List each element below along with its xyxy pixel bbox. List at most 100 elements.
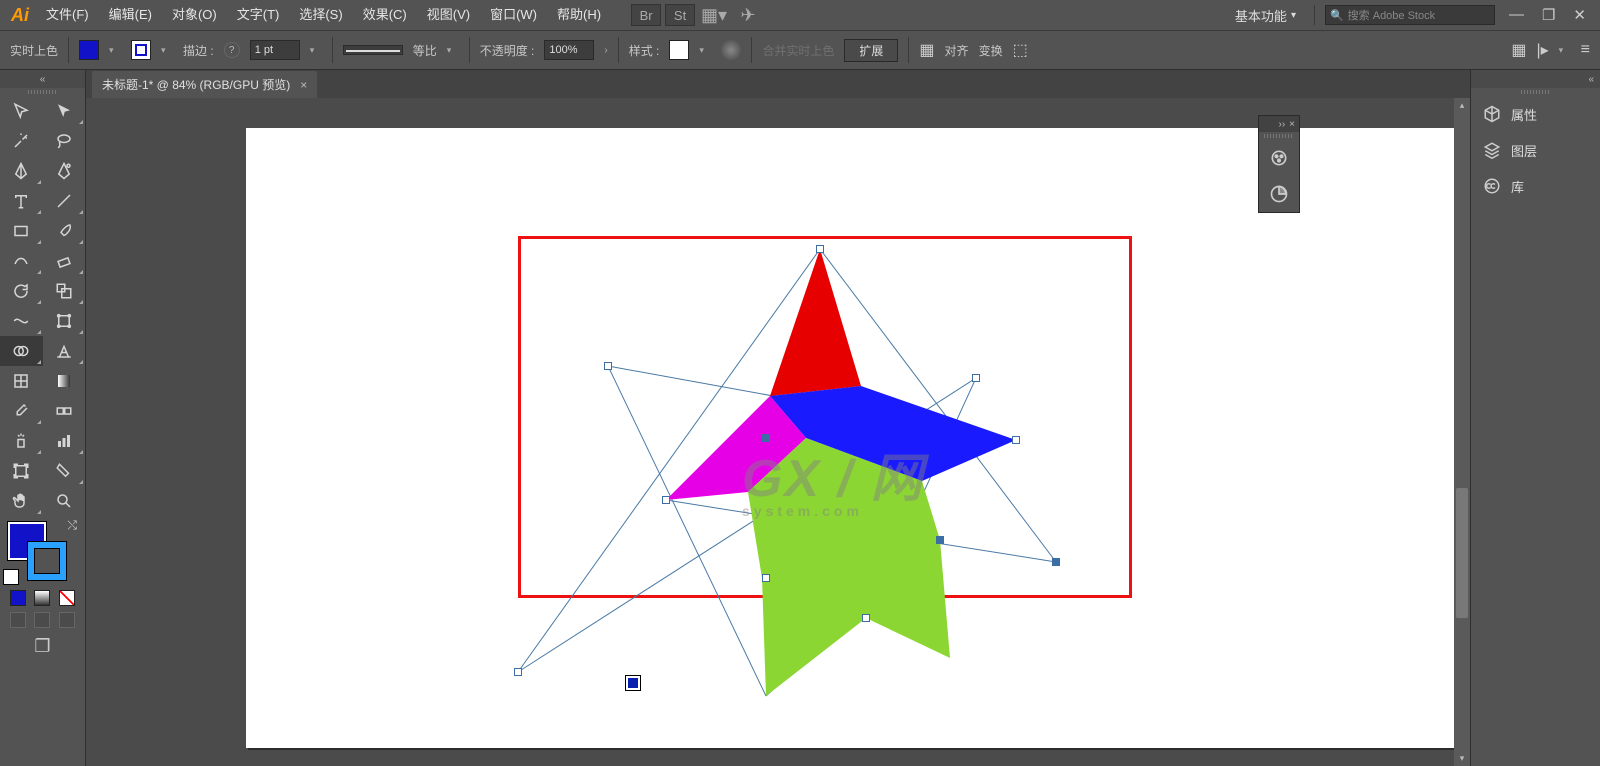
close-floating-icon[interactable]: × bbox=[1289, 119, 1295, 130]
color-panel-icon[interactable] bbox=[1259, 140, 1299, 176]
grip-icon[interactable] bbox=[1471, 88, 1600, 96]
line-tool[interactable] bbox=[43, 186, 86, 216]
blend-tool[interactable] bbox=[43, 396, 86, 426]
fill-stroke-indicator[interactable]: ⤭ bbox=[0, 516, 85, 586]
opacity-input[interactable] bbox=[544, 40, 594, 60]
magic-wand-tool[interactable] bbox=[0, 126, 43, 156]
color-guide-icon[interactable] bbox=[1259, 176, 1299, 212]
collapse-panels-button[interactable]: « bbox=[1471, 70, 1600, 88]
pen-tool[interactable] bbox=[0, 156, 43, 186]
style-swatch[interactable] bbox=[669, 40, 689, 60]
style-dropdown[interactable]: ▾ bbox=[699, 45, 711, 56]
color-mode-none[interactable] bbox=[59, 590, 75, 606]
anchor-point[interactable] bbox=[816, 245, 824, 253]
rectangle-tool[interactable] bbox=[0, 216, 43, 246]
direct-selection-tool[interactable] bbox=[43, 96, 86, 126]
maximize-button[interactable]: ❐ bbox=[1542, 6, 1555, 24]
fill-swatch[interactable] bbox=[79, 40, 99, 60]
artboard-tool[interactable] bbox=[0, 456, 43, 486]
paintbrush-tool[interactable] bbox=[43, 216, 86, 246]
gpu-icon[interactable]: ✈ bbox=[733, 4, 763, 26]
stroke-help-icon[interactable]: ? bbox=[224, 42, 240, 58]
properties-panel-tab[interactable]: 属性 bbox=[1471, 96, 1600, 132]
stock-search-input[interactable]: 🔍 搜索 Adobe Stock bbox=[1325, 5, 1495, 25]
floating-panel[interactable]: ›› × bbox=[1258, 115, 1300, 213]
minimize-button[interactable]: — bbox=[1509, 6, 1524, 24]
document-tab[interactable]: 未标题-1* @ 84% (RGB/GPU 预览) × bbox=[92, 71, 317, 98]
align-icon[interactable]: ▦ bbox=[919, 40, 934, 60]
anchor-point[interactable] bbox=[662, 496, 670, 504]
curvature-tool[interactable] bbox=[43, 156, 86, 186]
anchor-point[interactable] bbox=[514, 668, 522, 676]
fill-dropdown[interactable]: ▾ bbox=[109, 45, 121, 56]
slice-tool[interactable] bbox=[43, 456, 86, 486]
zoom-tool[interactable] bbox=[43, 486, 86, 516]
draw-inside-icon[interactable] bbox=[59, 612, 75, 628]
collapse-tools-button[interactable]: « bbox=[0, 70, 85, 88]
color-mode-solid[interactable] bbox=[10, 590, 26, 606]
workspace-switcher[interactable]: 基本功能 ▾ bbox=[1227, 6, 1304, 25]
vertical-scrollbar[interactable]: ▴ ▾ bbox=[1454, 98, 1470, 766]
color-mode-gradient[interactable] bbox=[34, 590, 50, 606]
panel-dropdown[interactable]: ▾ bbox=[1559, 45, 1571, 56]
lasso-tool[interactable] bbox=[43, 126, 86, 156]
close-tab-button[interactable]: × bbox=[300, 78, 307, 92]
scroll-up-icon[interactable]: ▴ bbox=[1454, 100, 1470, 111]
stroke-weight-input[interactable] bbox=[250, 40, 300, 60]
libraries-panel-tab[interactable]: 库 bbox=[1471, 168, 1600, 204]
gradient-tool[interactable] bbox=[43, 366, 86, 396]
grip-icon[interactable] bbox=[1259, 132, 1299, 140]
menu-type[interactable]: 文字(T) bbox=[227, 0, 290, 30]
hand-tool[interactable] bbox=[0, 486, 43, 516]
column-graph-tool[interactable] bbox=[43, 426, 86, 456]
scroll-down-icon[interactable]: ▾ bbox=[1454, 753, 1470, 764]
rotate-tool[interactable] bbox=[0, 276, 43, 306]
stroke-swatch[interactable] bbox=[131, 40, 151, 60]
eraser-tool[interactable] bbox=[43, 246, 86, 276]
shaper-tool[interactable] bbox=[0, 246, 43, 276]
perspective-grid-tool[interactable] bbox=[43, 336, 86, 366]
type-tool[interactable] bbox=[0, 186, 43, 216]
symbol-sprayer-tool[interactable] bbox=[0, 426, 43, 456]
isolate-icon[interactable]: ⬚ bbox=[1013, 40, 1028, 60]
swap-fill-stroke-icon[interactable]: ⤭ bbox=[67, 518, 77, 533]
arrange-docs-icon[interactable]: ▦▾ bbox=[699, 4, 729, 26]
free-transform-tool[interactable] bbox=[43, 306, 86, 336]
grip-icon[interactable] bbox=[0, 88, 85, 96]
expand-button[interactable]: 扩展 bbox=[844, 39, 898, 62]
star-shape[interactable] bbox=[466, 218, 1186, 738]
selection-tool[interactable] bbox=[0, 96, 43, 126]
eyedropper-tool[interactable] bbox=[0, 396, 43, 426]
menu-select[interactable]: 选择(S) bbox=[289, 0, 352, 30]
panel-menu-icon[interactable]: ≡ bbox=[1581, 41, 1590, 59]
anchor-point[interactable] bbox=[972, 374, 980, 382]
stroke-color[interactable] bbox=[28, 542, 66, 580]
mesh-tool[interactable] bbox=[0, 366, 43, 396]
close-button[interactable]: ✕ bbox=[1573, 6, 1586, 24]
default-fill-stroke-icon[interactable] bbox=[4, 570, 18, 584]
menu-object[interactable]: 对象(O) bbox=[162, 0, 227, 30]
bridge-icon[interactable]: Br bbox=[631, 4, 661, 26]
menu-help[interactable]: 帮助(H) bbox=[547, 0, 611, 30]
anchor-point[interactable] bbox=[762, 434, 770, 442]
scale-tool[interactable] bbox=[43, 276, 86, 306]
menu-file[interactable]: 文件(F) bbox=[36, 0, 99, 30]
stock-icon[interactable]: St bbox=[665, 4, 695, 26]
panel-icon-2[interactable]: |▸ bbox=[1536, 40, 1548, 60]
menu-effect[interactable]: 效果(C) bbox=[353, 0, 417, 30]
draw-behind-icon[interactable] bbox=[34, 612, 50, 628]
transform-label[interactable]: 变换 bbox=[979, 42, 1003, 59]
anchor-point[interactable] bbox=[862, 614, 870, 622]
panel-icon-1[interactable]: ▦ bbox=[1511, 40, 1526, 60]
vertical-scroll-thumb[interactable] bbox=[1456, 488, 1468, 618]
anchor-point[interactable] bbox=[1052, 558, 1060, 566]
width-tool[interactable] bbox=[0, 306, 43, 336]
stroke-profile-preview[interactable] bbox=[343, 45, 403, 55]
shape-builder-tool[interactable] bbox=[0, 336, 43, 366]
menu-window[interactable]: 窗口(W) bbox=[480, 0, 547, 30]
screen-mode-icon[interactable]: ❐ bbox=[34, 636, 50, 657]
stroke-dropdown[interactable]: ▾ bbox=[161, 45, 173, 56]
anchor-point[interactable] bbox=[762, 574, 770, 582]
anchor-point[interactable] bbox=[604, 362, 612, 370]
recolor-icon[interactable] bbox=[721, 40, 741, 60]
